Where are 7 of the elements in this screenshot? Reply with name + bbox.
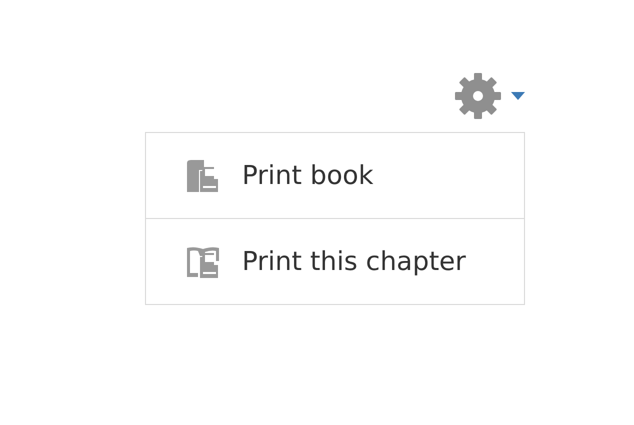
menu-item[interactable]: Print this chapter bbox=[146, 218, 524, 304]
open-book-printer-icon bbox=[186, 244, 220, 278]
book-printer-icon bbox=[186, 158, 220, 192]
settings-icon bbox=[454, 72, 502, 120]
settings-menu-button[interactable] bbox=[454, 72, 525, 120]
caret-icon bbox=[511, 92, 525, 100]
menu-item[interactable]: Print book bbox=[146, 133, 524, 218]
